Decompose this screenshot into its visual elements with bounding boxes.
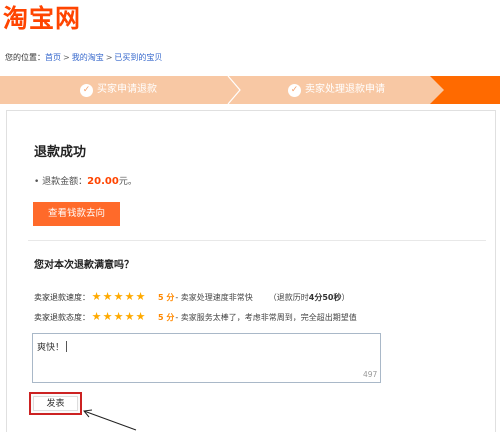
breadcrumb-my-taobao[interactable]: 我的淘宝 xyxy=(72,53,104,62)
step-arrow-divider xyxy=(227,76,241,104)
star-icon[interactable]: ★ xyxy=(102,291,113,303)
rating-row-attitude: 卖家退款态度： ★ ★ ★ ★ ★ 5 分 - 卖家服务太棒了，考虑非常周到，完… xyxy=(34,310,357,324)
check-circle-icon: ✓ xyxy=(288,83,301,97)
refund-status-title: 退款成功 xyxy=(34,145,87,160)
star-icon[interactable]: ★ xyxy=(113,291,124,303)
refund-duration-prefix: （退款历时 xyxy=(268,292,309,302)
annotation-arrow-icon xyxy=(83,409,137,431)
comment-text: 爽快！ xyxy=(37,343,65,353)
breadcrumb-prefix: 您的位置： xyxy=(5,53,45,62)
submit-button[interactable]: 发表 xyxy=(33,396,78,411)
star-icon[interactable]: ★ xyxy=(135,291,146,303)
submit-button-highlight[interactable]: 发表 xyxy=(29,392,82,415)
breadcrumb: 您的位置：首页 > 我的淘宝 > 已买到的宝贝 xyxy=(5,52,162,63)
refund-duration-suffix: ） xyxy=(341,292,350,302)
breadcrumb-separator: > xyxy=(105,53,113,62)
text-caret xyxy=(66,341,68,352)
refund-amount-unit: 元。 xyxy=(118,177,137,187)
rating-score: 5 分 xyxy=(158,312,175,322)
refund-progress-steps: ✓ 买家申请退款 ✓ 卖家处理退款申请 xyxy=(0,76,500,104)
refund-duration: （退款历时4分50秒） xyxy=(269,292,350,303)
star-icon[interactable]: ★ xyxy=(102,311,113,323)
breadcrumb-home[interactable]: 首页 xyxy=(45,53,61,62)
breadcrumb-separator: > xyxy=(63,53,70,62)
check-circle-icon: ✓ xyxy=(80,83,93,97)
star-rating-attitude[interactable]: ★ ★ ★ ★ ★ xyxy=(91,311,146,323)
refund-duration-value: 4分50秒 xyxy=(308,292,342,302)
star-icon[interactable]: ★ xyxy=(124,291,135,303)
taobao-logo[interactable]: 淘宝网 xyxy=(3,4,81,34)
step-label: 卖家处理退款申请 xyxy=(305,84,385,95)
refund-amount-label: • 退款金额： xyxy=(34,177,88,187)
rating-row-speed: 卖家退款速度： ★ ★ ★ ★ ★ 5 分 - 卖家处理速度非常快 （退款历时4… xyxy=(34,290,350,304)
refund-amount-value: 20.00 xyxy=(87,176,119,187)
refund-amount: • 退款金额：20.00元。 xyxy=(34,174,137,187)
star-icon[interactable]: ★ xyxy=(135,311,146,323)
star-icon[interactable]: ★ xyxy=(91,291,102,303)
step-refund-complete-active xyxy=(444,76,500,104)
star-icon[interactable]: ★ xyxy=(91,311,102,323)
comment-textarea[interactable]: 爽快！ xyxy=(32,333,381,383)
rating-label: 卖家退款态度： xyxy=(34,312,90,322)
rating-description: - 卖家服务太棒了，考虑非常周到，完全超出期望值 xyxy=(175,312,357,322)
step-buyer-apply: ✓ 买家申请退款 xyxy=(80,76,157,104)
rating-description: - 卖家处理速度非常快 xyxy=(175,292,253,302)
step-label: 买家申请退款 xyxy=(97,84,157,95)
rating-label: 卖家退款速度： xyxy=(34,292,90,302)
step-seller-process: ✓ 卖家处理退款申请 xyxy=(288,76,385,104)
satisfaction-question: 您对本次退款满意吗？ xyxy=(34,260,134,271)
star-icon[interactable]: ★ xyxy=(124,311,135,323)
rating-score: 5 分 xyxy=(158,292,175,302)
char-counter: 497 xyxy=(363,370,378,379)
step-active-arrow xyxy=(430,76,444,104)
star-rating-speed[interactable]: ★ ★ ★ ★ ★ xyxy=(91,291,146,303)
section-divider xyxy=(28,240,486,241)
view-money-flow-button[interactable]: 查看钱款去向 xyxy=(33,202,120,226)
star-icon[interactable]: ★ xyxy=(113,311,124,323)
breadcrumb-purchased-items[interactable]: 已买到的宝贝 xyxy=(114,53,162,62)
